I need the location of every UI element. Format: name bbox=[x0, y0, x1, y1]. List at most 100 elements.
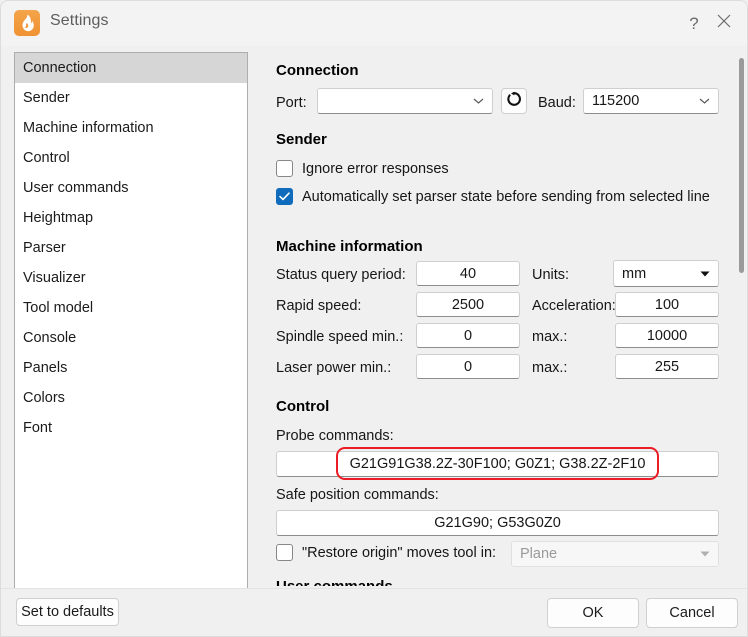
control-section-title: Control bbox=[276, 398, 330, 415]
spindle-speed-min-value: 0 bbox=[463, 327, 473, 344]
safe-position-commands-input[interactable]: G21G90; G53G0Z0 bbox=[276, 510, 719, 536]
restore-origin-plane-value: Plane bbox=[520, 546, 558, 562]
laser-power-min-label: Laser power min.: bbox=[276, 360, 392, 376]
sidebar-item-parser[interactable]: Parser bbox=[15, 233, 247, 263]
connection-section-title: Connection bbox=[276, 62, 359, 79]
settings-category-list[interactable]: Connection Sender Machine information Co… bbox=[14, 52, 248, 589]
ok-label: OK bbox=[582, 605, 604, 621]
sidebar-item-panels[interactable]: Panels bbox=[15, 353, 247, 383]
dialog-footer: Set to defaults OK Cancel bbox=[1, 589, 747, 636]
laser-power-min-input[interactable]: 0 bbox=[416, 354, 520, 379]
spindle-speed-max-input[interactable]: 10000 bbox=[615, 323, 719, 348]
spindle-speed-max-label: max.: bbox=[532, 329, 568, 345]
port-label: Port: bbox=[276, 95, 307, 111]
restore-origin-plane-select[interactable]: Plane bbox=[511, 541, 719, 567]
sidebar-item-label: Heightmap bbox=[23, 210, 94, 226]
sidebar-item-colors[interactable]: Colors bbox=[15, 383, 247, 413]
sidebar-item-label: Control bbox=[23, 150, 70, 166]
checkbox-box bbox=[276, 544, 293, 561]
settings-scroll-pane[interactable]: Connection Port: Baud: 115200 Sender Ign… bbox=[261, 50, 747, 586]
sidebar-item-label: User commands bbox=[23, 180, 129, 196]
dialog-body: Connection Sender Machine information Co… bbox=[1, 46, 747, 589]
sidebar-item-machine-information[interactable]: Machine information bbox=[15, 113, 247, 143]
sidebar-item-label: Sender bbox=[23, 90, 70, 106]
port-select[interactable] bbox=[317, 88, 493, 114]
sidebar-item-heightmap[interactable]: Heightmap bbox=[15, 203, 247, 233]
sidebar-item-sender[interactable]: Sender bbox=[15, 83, 247, 113]
sidebar-item-label: Parser bbox=[23, 240, 66, 256]
acceleration-input[interactable]: 100 bbox=[615, 292, 719, 317]
set-to-defaults-button[interactable]: Set to defaults bbox=[16, 598, 119, 626]
machine-information-section-title: Machine information bbox=[276, 238, 423, 255]
set-to-defaults-label: Set to defaults bbox=[21, 604, 114, 620]
auto-parser-state-checkbox[interactable]: Automatically set parser state before se… bbox=[276, 188, 710, 205]
restore-origin-label: "Restore origin" moves tool in: bbox=[302, 544, 497, 561]
probe-commands-value: G21G91G38.2Z-30F100; G0Z1; G38.2Z-2F10 bbox=[349, 456, 646, 472]
laser-power-max-input[interactable]: 255 bbox=[615, 354, 719, 379]
sidebar-item-label: Colors bbox=[23, 390, 65, 406]
refresh-icon bbox=[506, 91, 522, 112]
safe-position-commands-value: G21G90; G53G0Z0 bbox=[434, 515, 561, 531]
spindle-speed-min-input[interactable]: 0 bbox=[416, 323, 520, 348]
sidebar-item-tool-model[interactable]: Tool model bbox=[15, 293, 247, 323]
units-value: mm bbox=[622, 265, 647, 282]
baud-label: Baud: bbox=[538, 95, 576, 111]
close-icon bbox=[717, 14, 731, 33]
status-query-period-label: Status query period: bbox=[276, 267, 406, 283]
cancel-label: Cancel bbox=[669, 605, 715, 621]
rapid-speed-label: Rapid speed: bbox=[276, 298, 362, 314]
probe-commands-input[interactable]: G21G91G38.2Z-30F100; G0Z1; G38.2Z-2F10 bbox=[276, 451, 719, 477]
laser-power-max-value: 255 bbox=[654, 358, 680, 375]
laser-power-max-label: max.: bbox=[532, 360, 568, 376]
status-query-period-value: 40 bbox=[459, 265, 477, 282]
auto-parser-state-label: Automatically set parser state before se… bbox=[302, 188, 710, 205]
spindle-speed-max-value: 10000 bbox=[646, 327, 688, 344]
baud-value: 115200 bbox=[592, 93, 640, 109]
chevron-down-icon bbox=[699, 98, 710, 105]
flame-app-icon bbox=[14, 10, 40, 36]
caret-down-icon bbox=[700, 551, 710, 558]
sidebar-item-label: Font bbox=[23, 420, 53, 436]
acceleration-value: 100 bbox=[654, 296, 680, 313]
acceleration-label: Acceleration: bbox=[532, 298, 616, 314]
sidebar-item-control[interactable]: Control bbox=[15, 143, 247, 173]
ok-button[interactable]: OK bbox=[547, 598, 639, 628]
ignore-error-responses-label: Ignore error responses bbox=[302, 160, 449, 177]
title-bar: Settings ? bbox=[1, 1, 747, 46]
caret-down-icon bbox=[700, 270, 710, 277]
sidebar-item-label: Machine information bbox=[23, 120, 154, 136]
units-select[interactable]: mm bbox=[613, 260, 719, 287]
sidebar-item-label: Console bbox=[23, 330, 77, 346]
sidebar-item-console[interactable]: Console bbox=[15, 323, 247, 353]
ignore-error-responses-checkbox[interactable]: Ignore error responses bbox=[276, 160, 449, 177]
laser-power-min-value: 0 bbox=[463, 358, 473, 375]
sidebar-item-label: Tool model bbox=[23, 300, 94, 316]
units-label: Units: bbox=[532, 267, 570, 283]
rapid-speed-value: 2500 bbox=[451, 296, 485, 313]
safe-position-commands-label: Safe position commands: bbox=[276, 487, 439, 503]
probe-commands-label: Probe commands: bbox=[276, 428, 394, 444]
help-icon: ? bbox=[689, 13, 699, 33]
sidebar-item-font[interactable]: Font bbox=[15, 413, 247, 443]
spindle-speed-min-label: Spindle speed min.: bbox=[276, 329, 404, 345]
cancel-button[interactable]: Cancel bbox=[646, 598, 738, 628]
status-query-period-input[interactable]: 40 bbox=[416, 261, 520, 286]
sender-section-title: Sender bbox=[276, 131, 327, 148]
sidebar-item-user-commands[interactable]: User commands bbox=[15, 173, 247, 203]
sidebar-item-visualizer[interactable]: Visualizer bbox=[15, 263, 247, 293]
close-button[interactable] bbox=[701, 1, 747, 46]
refresh-ports-button[interactable] bbox=[501, 88, 527, 114]
settings-dialog: Settings ? Connection Sender Machine inf bbox=[0, 0, 748, 637]
sidebar-item-label: Visualizer bbox=[23, 270, 86, 286]
window-title: Settings bbox=[50, 12, 109, 29]
checkbox-box bbox=[276, 160, 293, 177]
baud-select[interactable]: 115200 bbox=[583, 88, 719, 114]
checkbox-box bbox=[276, 188, 293, 205]
sidebar-item-connection[interactable]: Connection bbox=[15, 53, 247, 83]
sidebar-item-label: Connection bbox=[23, 60, 97, 76]
user-commands-section-title: User commands bbox=[276, 578, 393, 586]
chevron-down-icon bbox=[473, 98, 484, 105]
restore-origin-checkbox[interactable]: "Restore origin" moves tool in: bbox=[276, 544, 496, 561]
rapid-speed-input[interactable]: 2500 bbox=[416, 292, 520, 317]
settings-scrollbar-thumb[interactable] bbox=[739, 58, 744, 273]
